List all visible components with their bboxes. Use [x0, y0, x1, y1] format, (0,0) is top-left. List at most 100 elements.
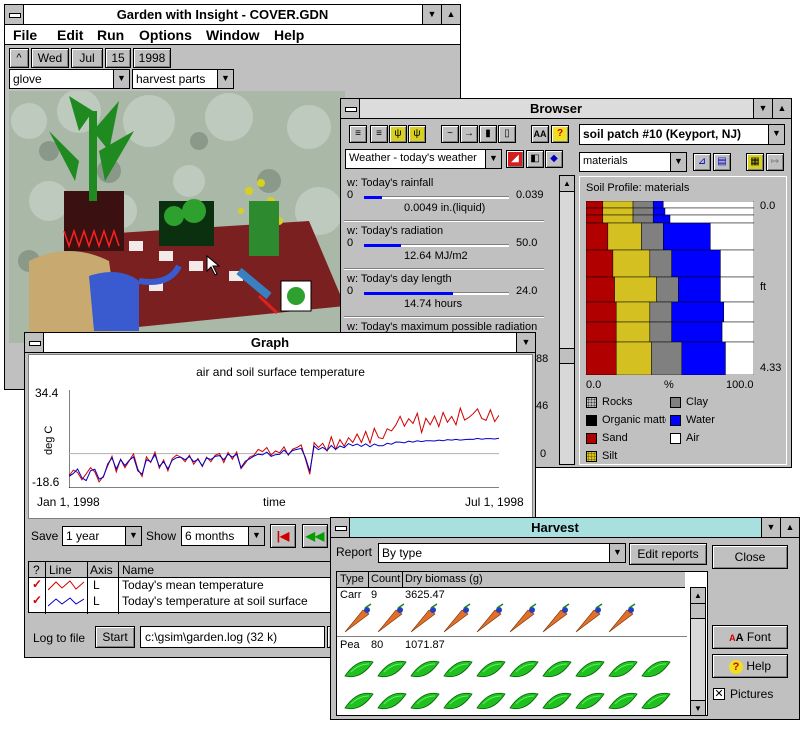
chevron-down-icon[interactable]: ▼	[248, 527, 264, 545]
menu-edit[interactable]: Edit	[57, 27, 83, 43]
date-up-button[interactable]: ^	[9, 48, 29, 68]
log-path-field[interactable]: c:\gsim\garden.log (32 k)	[140, 626, 325, 648]
scroll-up-icon[interactable]: ▲	[691, 588, 705, 604]
menu-options[interactable]: Options	[139, 27, 192, 43]
aspect-row[interactable]: w: Today's day length 0 24.0 14.74 hours	[344, 271, 558, 315]
object-select[interactable]: soil patch #10 (Keyport, NJ) ▼	[579, 124, 785, 145]
arrow-icon[interactable]: ↦	[766, 153, 784, 171]
close-button[interactable]: Close	[712, 545, 788, 569]
minimize-icon[interactable]: ▼	[761, 518, 780, 537]
group-select[interactable]: materials ▼	[579, 152, 687, 172]
grid-icon[interactable]: ▦	[746, 153, 764, 171]
plant-icon[interactable]: ψ	[389, 125, 407, 143]
font-icon[interactable]: AA	[531, 125, 549, 143]
browser-system-menu-icon[interactable]	[341, 99, 360, 118]
graph-icon[interactable]: ~	[441, 125, 459, 143]
table-row[interactable]: Pea 80 1071.87	[337, 638, 687, 715]
graph-title: Graph	[250, 335, 290, 350]
minimize-icon[interactable]: ▼	[516, 333, 535, 352]
aspect-slider[interactable]	[364, 196, 509, 199]
plant-group-icon[interactable]: ψ	[408, 125, 426, 143]
chevron-down-icon[interactable]: ▼	[670, 153, 686, 171]
trash-icon[interactable]: ▮	[479, 125, 497, 143]
garden-scene[interactable]	[9, 91, 345, 343]
graph-titlebar[interactable]: Graph ▼	[25, 333, 535, 353]
aspect-row[interactable]: w: Today's rainfall 0 0.039 0.0049 in.(l…	[344, 175, 558, 219]
pea-pod-icon	[410, 660, 440, 678]
harvest-titlebar[interactable]: Harvest ▼ ▲	[331, 518, 799, 538]
aspect-group-value: Weather - today's weather	[349, 152, 477, 164]
aspect-row[interactable]: w: Today's radiation 0 50.0 12.64 MJ/m2	[344, 223, 558, 267]
send-to-graph-icon[interactable]: →	[460, 125, 478, 143]
menu-file[interactable]: File	[13, 27, 37, 43]
series-line-1	[69, 437, 499, 482]
month-button[interactable]: Jul	[71, 48, 103, 68]
scroll-thumb[interactable]	[691, 604, 705, 619]
carrot-icon	[410, 603, 438, 633]
pictures-checkbox[interactable]: ✕	[713, 688, 725, 700]
scroll-down-icon[interactable]: ▼	[691, 700, 705, 715]
chevron-down-icon[interactable]: ▼	[768, 125, 784, 144]
browser-titlebar[interactable]: Browser ▼ ▲	[341, 99, 791, 119]
help-button[interactable]: ? Help	[712, 654, 788, 678]
report-select-value: By type	[382, 546, 423, 560]
blue-book-icon[interactable]: ◆	[545, 150, 563, 168]
aspect-slider[interactable]	[364, 244, 509, 247]
font-button[interactable]: AA Font	[712, 625, 788, 649]
save-period-select[interactable]: 1 year ▼	[62, 526, 142, 546]
check-icon[interactable]: ✓	[32, 593, 42, 607]
tool-select-value: glove	[13, 72, 42, 86]
harvest-system-menu-icon[interactable]	[331, 518, 350, 537]
garden-system-menu-icon[interactable]	[5, 5, 24, 24]
chevron-down-icon[interactable]: ▼	[125, 527, 141, 545]
table-row[interactable]: Carr 9 3625.47	[337, 588, 687, 637]
legend-swatch	[586, 397, 597, 408]
tool-select[interactable]: glove ▼	[9, 69, 130, 89]
show-period-select[interactable]: 6 months ▼	[181, 526, 265, 546]
slider-fill	[364, 292, 454, 295]
list-view-icon[interactable]: ≡	[349, 125, 367, 143]
notes-icon[interactable]: ▤	[713, 153, 731, 171]
action-select[interactable]: harvest parts ▼	[132, 69, 234, 89]
scroll-up-icon[interactable]: ▲	[560, 176, 574, 192]
book-icon[interactable]: ◧	[526, 150, 544, 168]
weekday-button[interactable]: Wed	[31, 48, 69, 68]
start-log-button[interactable]: Start	[95, 626, 135, 648]
report-select[interactable]: By type ▼	[378, 543, 626, 563]
chevron-down-icon[interactable]: ▼	[113, 70, 129, 88]
help-icon[interactable]: ?	[551, 125, 569, 143]
check-icon[interactable]: ✓	[32, 577, 42, 591]
menu-run[interactable]: Run	[97, 27, 124, 43]
chevron-down-icon[interactable]: ▼	[485, 150, 501, 168]
first-page-icon[interactable]: |◀	[270, 524, 296, 548]
chevron-down-icon[interactable]: ▼	[217, 70, 233, 88]
menu-window[interactable]: Window	[206, 27, 260, 43]
maximize-icon[interactable]: ▲	[772, 99, 791, 118]
legend-label: Air	[686, 432, 700, 444]
transfer-icon[interactable]: ⊿	[693, 153, 711, 171]
aspect-slider[interactable]	[364, 292, 509, 295]
rewind-icon[interactable]: ◀◀	[302, 524, 328, 548]
aspect-scrollbar[interactable]: ▲	[559, 175, 575, 465]
day-button[interactable]: 15	[105, 48, 131, 68]
detail-view-icon[interactable]: ≡	[370, 125, 388, 143]
legend-swatch	[586, 451, 597, 462]
chevron-down-icon[interactable]: ▼	[609, 544, 625, 562]
garden-titlebar[interactable]: Garden with Insight - COVER.GDN ▼ ▲	[5, 5, 460, 25]
menu-help[interactable]: Help	[274, 27, 304, 43]
eraser-icon[interactable]: ◢	[506, 150, 524, 168]
edit-reports-button[interactable]: Edit reports	[629, 543, 707, 565]
scroll-thumb[interactable]	[560, 348, 574, 364]
graph-system-menu-icon[interactable]	[25, 333, 44, 352]
log-to-file-label: Log to file	[33, 631, 86, 645]
minimize-icon[interactable]: ▼	[753, 99, 772, 118]
harvest-scrollbar[interactable]: ▲ ▼	[690, 587, 706, 715]
x-end-label: Jul 1, 1998	[465, 495, 524, 509]
year-button[interactable]: 1998	[133, 48, 171, 68]
clipboard-icon[interactable]: ▯	[498, 125, 516, 143]
maximize-icon[interactable]: ▲	[441, 5, 460, 24]
carrot-pictures	[344, 603, 636, 633]
maximize-icon[interactable]: ▲	[780, 518, 799, 537]
minimize-icon[interactable]: ▼	[422, 5, 441, 24]
aspect-group-select[interactable]: Weather - today's weather ▼	[345, 149, 502, 169]
